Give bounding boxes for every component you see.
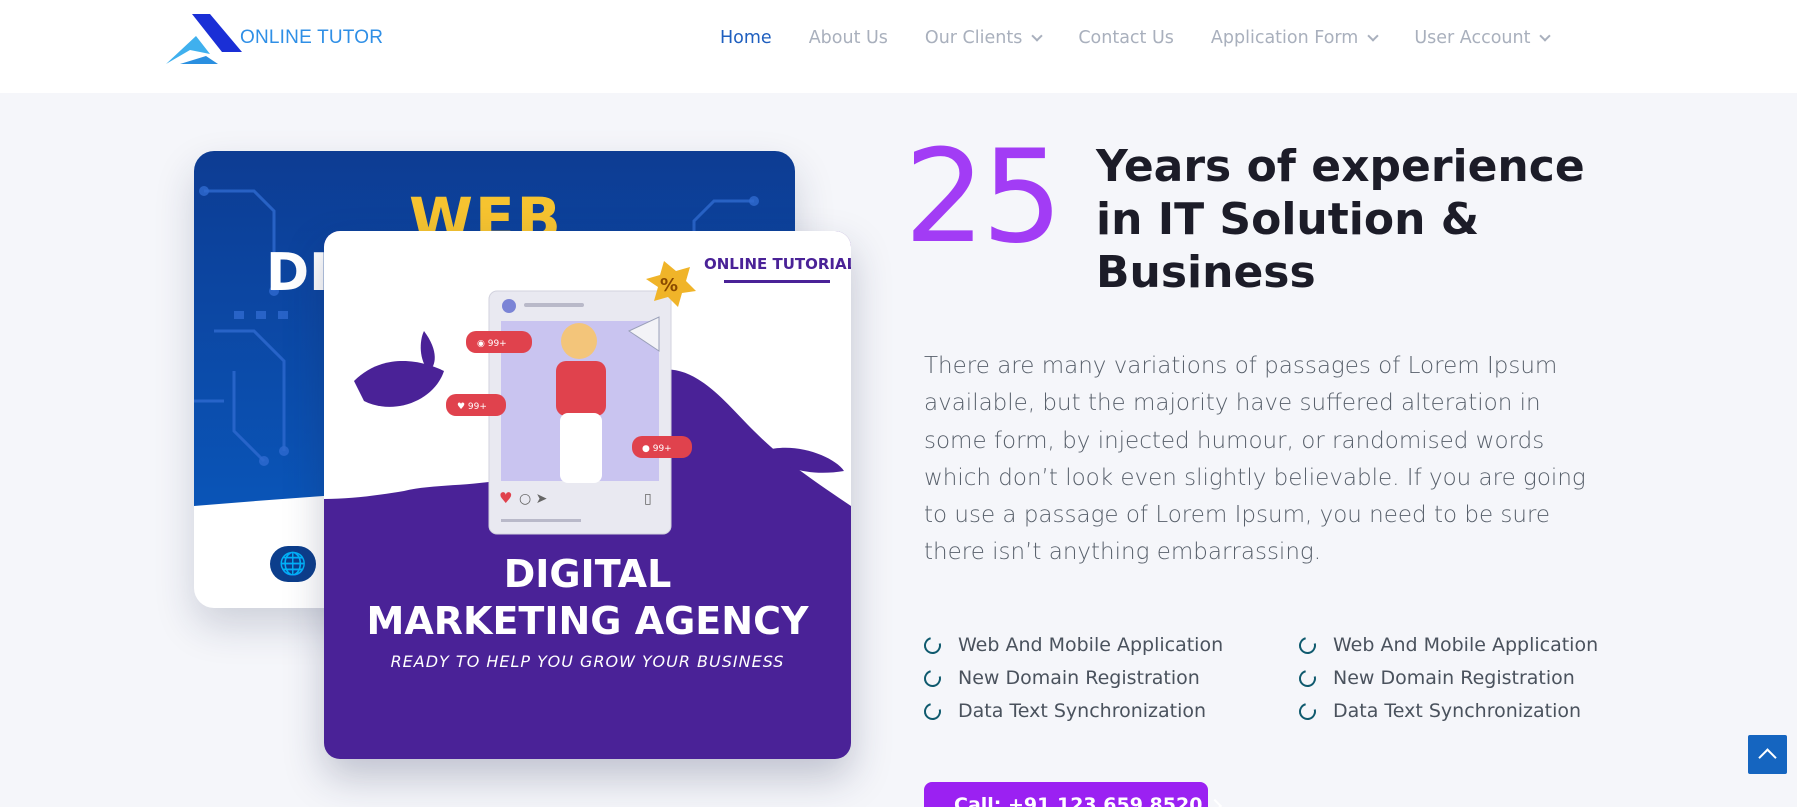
online-tutorial-tag: ONLINE TUTORIAL bbox=[704, 255, 851, 273]
nav-application-label: Application Form bbox=[1210, 28, 1359, 48]
logo-mark-icon bbox=[166, 14, 242, 64]
feature-label: Data Text Synchronization bbox=[958, 700, 1207, 722]
circle-bullet-icon bbox=[1295, 633, 1320, 657]
top-navbar: ONLINE TUTOR Home About Us Our Clients C… bbox=[0, 0, 1797, 93]
tag-underline bbox=[724, 280, 830, 283]
site-logo[interactable]: ONLINE TUTOR bbox=[160, 12, 383, 66]
feature-label: New Domain Registration bbox=[1333, 667, 1575, 689]
feature-label: New Domain Registration bbox=[958, 667, 1200, 689]
scroll-to-top-button[interactable] bbox=[1748, 735, 1787, 774]
circle-bullet-icon bbox=[920, 666, 945, 690]
chevron-down-icon bbox=[1031, 29, 1043, 42]
dev-heading: DI bbox=[266, 243, 329, 303]
circle-bullet-icon bbox=[920, 633, 945, 657]
nav-home[interactable]: Home bbox=[720, 28, 772, 48]
logo-text: ONLINE TUTOR bbox=[240, 27, 384, 48]
svg-text:◉ 99+: ◉ 99+ bbox=[477, 339, 507, 349]
nav-user-account[interactable]: User Account bbox=[1414, 28, 1552, 48]
feature-item: Data Text Synchronization bbox=[920, 699, 1299, 723]
call-button-label: Call: +91 123 659 8520 bbox=[954, 794, 1203, 807]
circle-bullet-icon bbox=[1295, 699, 1320, 723]
chevron-down-icon bbox=[1539, 29, 1552, 42]
feature-label: Data Text Synchronization bbox=[1333, 700, 1582, 722]
features-list: Web And Mobile Application Web And Mobil… bbox=[920, 633, 1604, 723]
nav-contact-us[interactable]: Contact Us bbox=[1078, 28, 1174, 48]
chevron-right-icon bbox=[1208, 798, 1223, 807]
nav-contact-label: Contact Us bbox=[1078, 28, 1174, 48]
nav-user-label: User Account bbox=[1414, 28, 1531, 48]
feature-label: Web And Mobile Application bbox=[958, 634, 1224, 656]
feature-item: New Domain Registration bbox=[920, 666, 1299, 690]
title-line-2: MARKETING AGENCY bbox=[366, 599, 809, 643]
nav-our-clients[interactable]: Our Clients bbox=[924, 28, 1043, 48]
chevron-down-icon bbox=[1367, 29, 1380, 42]
svg-text:♥ 99+: ♥ 99+ bbox=[457, 402, 487, 412]
feature-item: Web And Mobile Application bbox=[920, 633, 1299, 657]
nav-application-form[interactable]: Application Form bbox=[1210, 28, 1380, 48]
circle-bullet-icon bbox=[1295, 666, 1320, 690]
main-nav: Home About Us Our Clients Contact Us App… bbox=[720, 28, 1586, 48]
svg-text:○ ➤: ○ ➤ bbox=[519, 491, 548, 507]
digital-marketing-image: % ◉ 99+ ♥ 99+ ● 99+ ♥ ○ ➤ ▯ ONLINE TUTOR… bbox=[324, 231, 851, 759]
svg-text:● 99+: ● 99+ bbox=[642, 444, 672, 454]
circle-bullet-icon bbox=[920, 699, 945, 723]
feature-item: Data Text Synchronization bbox=[1295, 699, 1604, 723]
chevron-up-icon bbox=[1758, 748, 1777, 767]
about-paragraph: There are many variations of passages of… bbox=[924, 353, 1586, 566]
nav-clients-label: Our Clients bbox=[924, 28, 1023, 48]
nav-home-label: Home bbox=[720, 28, 772, 48]
years-number: 25 bbox=[904, 123, 1063, 272]
title-line-1: DIGITAL bbox=[503, 552, 672, 596]
feature-item: New Domain Registration bbox=[1295, 666, 1604, 690]
svg-text:♥: ♥ bbox=[499, 489, 512, 507]
call-button[interactable]: Call: +91 123 659 8520 bbox=[924, 782, 1223, 807]
digital-marketing-title: DIGITAL MARKETING AGENCY bbox=[324, 551, 851, 645]
globe-icon: 🌐 bbox=[270, 546, 316, 582]
svg-text:▯: ▯ bbox=[644, 491, 652, 507]
marketing-illustration: % ◉ 99+ ♥ 99+ ● 99+ ♥ ○ ➤ ▯ bbox=[324, 231, 851, 535]
experience-headline: Years of experience in IT Solution & Bus… bbox=[1096, 141, 1585, 298]
digital-marketing-subtitle: READY TO HELP YOU GROW YOUR BUSINESS bbox=[390, 652, 785, 671]
discount-icon: % bbox=[660, 275, 678, 296]
nav-about-us[interactable]: About Us bbox=[809, 28, 888, 48]
feature-item: Web And Mobile Application bbox=[1295, 633, 1604, 657]
nav-about-label: About Us bbox=[808, 28, 888, 48]
feature-label: Web And Mobile Application bbox=[1333, 634, 1599, 656]
